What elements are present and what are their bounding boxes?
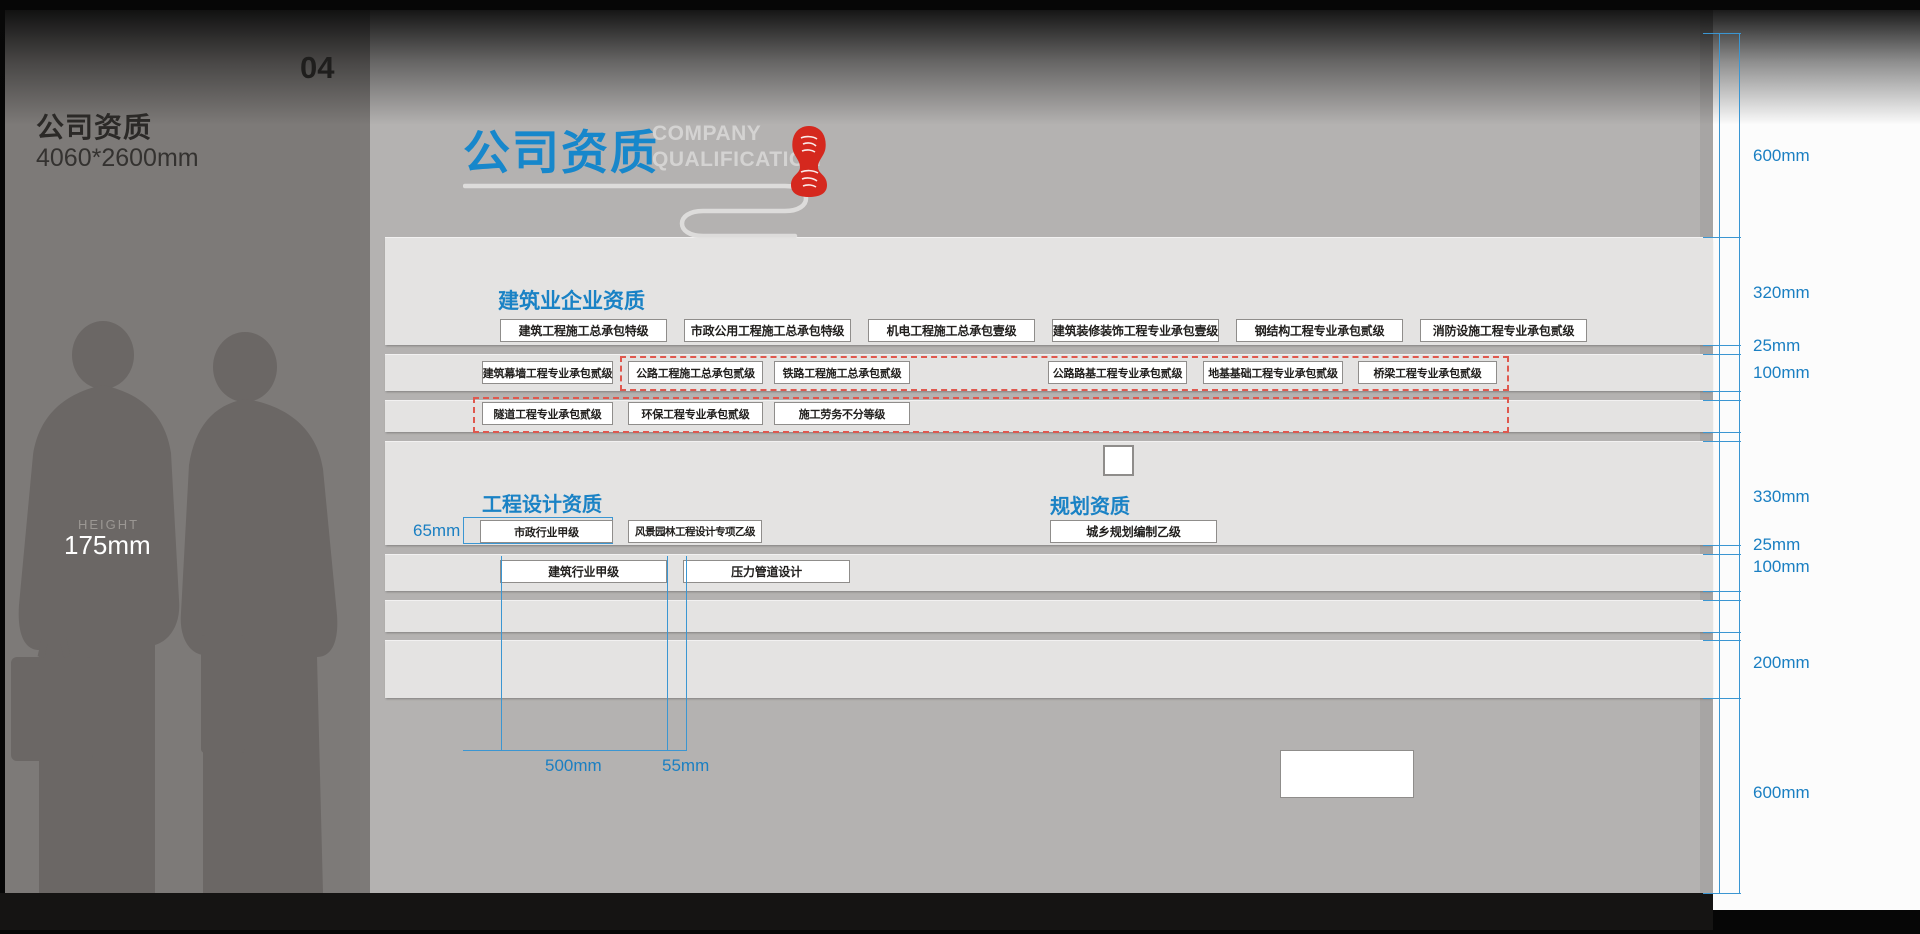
qualification-badge: 市政行业甲级 <box>480 520 613 543</box>
measure-label: 25mm <box>1753 535 1800 555</box>
measure-line <box>686 556 687 750</box>
dimension-tick <box>1703 391 1741 392</box>
qualification-badge: 建筑装修装饰工程专业承包壹级 <box>1052 319 1219 342</box>
measure-label-55mm: 55mm <box>662 756 709 776</box>
qualification-badge: 消防设施工程专业承包贰级 <box>1420 319 1587 342</box>
dashed-highlight-box <box>473 397 1509 433</box>
measure-label: 200mm <box>1753 653 1810 673</box>
panel-size-label: 4060*2600mm <box>36 144 199 173</box>
page-number: 04 <box>300 50 334 86</box>
height-value: 175mm <box>64 530 151 561</box>
measure-label: 600mm <box>1753 783 1810 803</box>
wall-band-100mm-d <box>385 600 1713 632</box>
measure-line <box>501 556 502 750</box>
top-shadow-gradient <box>0 10 1920 125</box>
dimension-panel <box>1713 10 1920 910</box>
floor-strip <box>0 893 1713 930</box>
dimension-tick <box>1703 591 1741 592</box>
wall-title-cn: 公司资质 <box>463 114 659 183</box>
title-underline-decoration <box>463 181 823 253</box>
dimension-tick <box>1703 600 1741 601</box>
dimension-tick <box>1703 33 1741 34</box>
measure-label: 25mm <box>1753 336 1800 356</box>
wall-band-200mm <box>385 640 1713 698</box>
dimension-rail-line <box>1739 33 1740 893</box>
design-sheet: 04 公司资质 4060*2600mm HEIGHT 175mm 公司资质 CO… <box>0 0 1920 934</box>
dimension-tick <box>1703 354 1741 355</box>
measure-label: 100mm <box>1753 363 1810 383</box>
legend-box <box>1280 750 1414 798</box>
qualification-badge: 风景园林工程设计专项乙级 <box>628 520 762 543</box>
qualification-badge: 建筑工程施工总承包特级 <box>500 319 667 342</box>
qualification-badge: 压力管道设计 <box>683 560 850 583</box>
dimension-tick <box>1703 698 1741 699</box>
measure-label-65mm: 65mm <box>413 521 460 541</box>
dimension-tick <box>1703 640 1741 641</box>
measure-label-500mm: 500mm <box>545 756 602 776</box>
qualification-badge: 城乡规划编制乙级 <box>1050 520 1217 543</box>
measure-label: 100mm <box>1753 557 1810 577</box>
dimension-rail-line <box>1719 33 1720 893</box>
measure-line <box>667 556 668 750</box>
dashed-highlight-box <box>620 356 1509 391</box>
dimension-tick <box>1703 441 1741 442</box>
qualification-badge: 钢结构工程专业承包贰级 <box>1236 319 1403 342</box>
section-title-construction: 建筑业企业资质 <box>498 285 645 315</box>
measure-label: 330mm <box>1753 487 1810 507</box>
section-title-planning: 规划资质 <box>1050 490 1130 519</box>
dimension-tick <box>1703 632 1741 633</box>
company-seal-icon <box>789 124 829 198</box>
measure-label: 600mm <box>1753 146 1810 166</box>
dimension-tick <box>1703 545 1741 546</box>
qualification-badge: 机电工程施工总承包壹级 <box>868 319 1035 342</box>
qualification-badge: 市政公用工程施工总承包特级 <box>684 319 851 342</box>
dimension-tick <box>1703 554 1741 555</box>
section-title-design: 工程设计资质 <box>482 488 602 517</box>
dimension-tick <box>1703 400 1741 401</box>
people-silhouette <box>5 305 370 893</box>
measure-label: 320mm <box>1753 283 1810 303</box>
dimension-tick <box>1703 893 1741 894</box>
swatch-box <box>1103 445 1134 476</box>
dimension-tick <box>1703 432 1741 433</box>
qualification-badge: 建筑行业甲级 <box>500 560 667 583</box>
dimension-tick <box>1703 237 1741 238</box>
measure-line <box>463 750 687 751</box>
qualification-badge: 建筑幕墙工程专业承包贰级 <box>482 361 613 384</box>
panel-title: 公司资质 <box>36 106 152 146</box>
dimension-tick <box>1703 345 1741 346</box>
